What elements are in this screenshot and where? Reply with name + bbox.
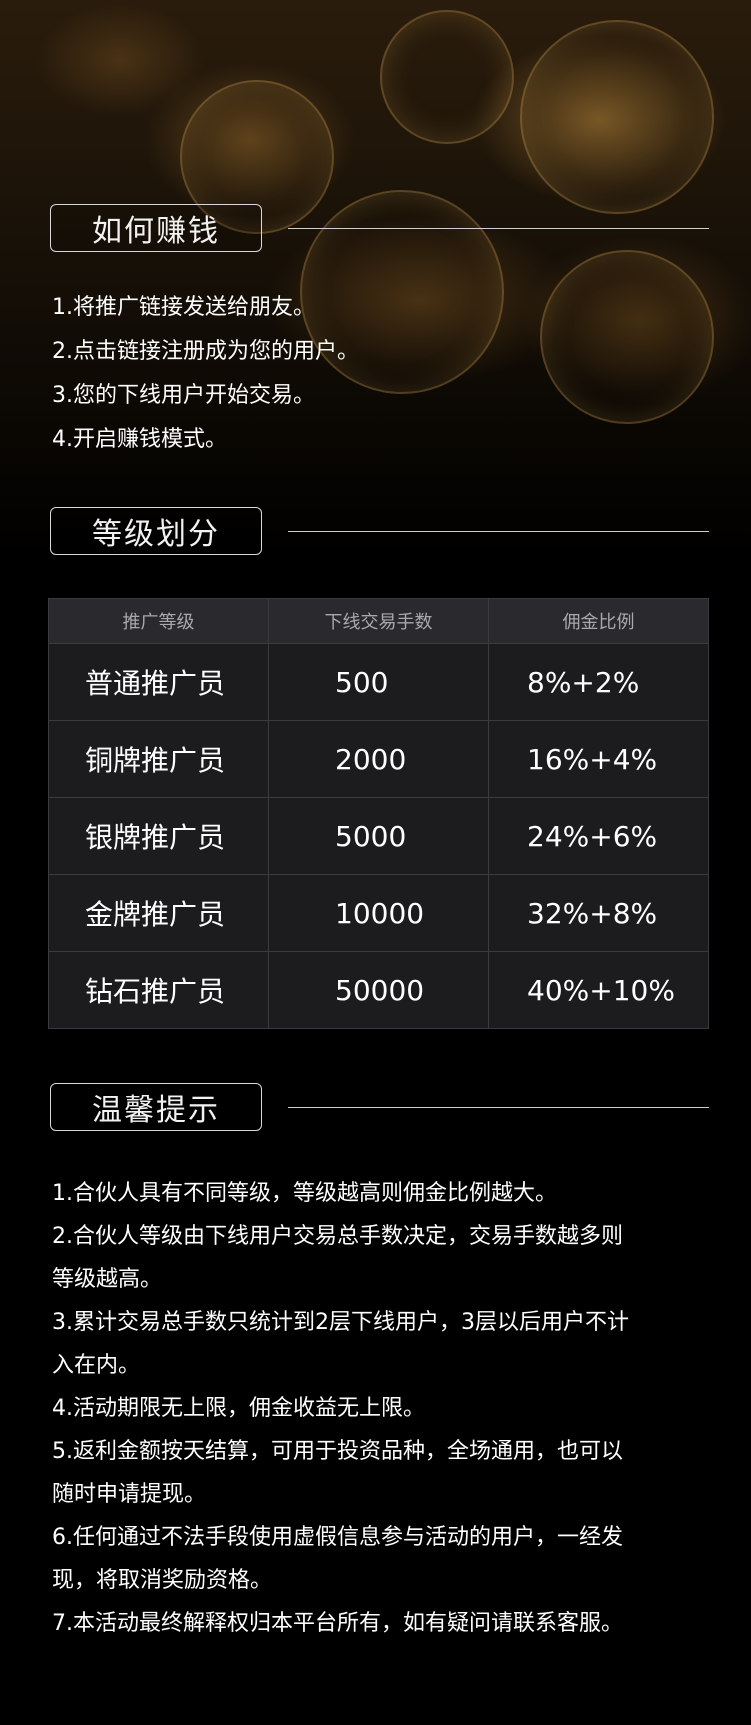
earn-steps-list: 1.将推广链接发送给朋友。 2.点击链接注册成为您的用户。 3.您的下线用户开始… [52,286,711,462]
table-row: 铜牌推广员 2000 16%+4% [48,720,709,798]
list-item: 随时申请提现。 [52,1482,207,1507]
list-item: 1.将推广链接发送给朋友。 [52,295,315,320]
list-item: 入在内。 [52,1353,141,1378]
table-cell-level: 铜牌推广员 [48,720,269,798]
table-cell-commission: 8%+2% [488,643,709,721]
tips-section-title: 温馨提示 [50,1083,262,1131]
tips-section-header: 温馨提示 [50,1082,709,1132]
table-cell-level: 银牌推广员 [48,797,269,875]
gold-coins-background [0,0,751,560]
grade-section-header: 等级划分 [50,506,709,556]
section-divider [288,530,709,532]
table-header-row: 推广等级 下线交易手数 佣金比例 [48,598,709,644]
grade-table: 推广等级 下线交易手数 佣金比例 普通推广员 500 8%+2% 铜牌推广员 2… [48,598,709,1029]
list-item: 4.活动期限无上限，佣金收益无上限。 [52,1396,425,1421]
table-cell-commission: 40%+10% [488,951,709,1029]
table-cell-lots: 500 [268,643,489,721]
list-item: 3.您的下线用户开始交易。 [52,383,315,408]
table-cell-level: 钻石推广员 [48,951,269,1029]
table-row: 金牌推广员 10000 32%+8% [48,874,709,952]
table-cell-level: 普通推广员 [48,643,269,721]
table-cell-commission: 32%+8% [488,874,709,952]
column-header-level: 推广等级 [48,598,269,644]
table-cell-lots: 50000 [268,951,489,1029]
table-cell-commission: 24%+6% [488,797,709,875]
table-row: 钻石推广员 50000 40%+10% [48,951,709,1029]
table-cell-lots: 5000 [268,797,489,875]
table-row: 普通推广员 500 8%+2% [48,643,709,721]
list-item: 2.合伙人等级由下线用户交易总手数决定，交易手数越多则 [52,1224,623,1249]
grade-section-title: 等级划分 [50,507,262,555]
list-item: 等级越高。 [52,1267,163,1292]
table-cell-commission: 16%+4% [488,720,709,798]
list-item: 现，将取消奖励资格。 [52,1568,273,1593]
column-header-lots: 下线交易手数 [268,598,489,644]
table-cell-lots: 10000 [268,874,489,952]
list-item: 3.累计交易总手数只统计到2层下线用户，3层以后用户不计 [52,1310,629,1335]
table-row: 银牌推广员 5000 24%+6% [48,797,709,875]
section-divider [288,1106,709,1108]
section-divider [288,227,709,229]
list-item: 6.任何通过不法手段使用虚假信息参与活动的用户，一经发 [52,1525,623,1550]
earn-section-header: 如何赚钱 [50,203,709,253]
column-header-commission: 佣金比例 [488,598,709,644]
list-item: 7.本活动最终解释权归本平台所有，如有疑问请联系客服。 [52,1611,623,1636]
table-cell-lots: 2000 [268,720,489,798]
list-item: 5.返利金额按天结算，可用于投资品种，全场通用，也可以 [52,1439,623,1464]
tips-list: 1.合伙人具有不同等级，等级越高则佣金比例越大。 2.合伙人等级由下线用户交易总… [52,1172,711,1645]
list-item: 2.点击链接注册成为您的用户。 [52,339,359,364]
list-item: 1.合伙人具有不同等级，等级越高则佣金比例越大。 [52,1181,557,1206]
table-cell-level: 金牌推广员 [48,874,269,952]
earn-section-title: 如何赚钱 [50,204,262,252]
list-item: 4.开启赚钱模式。 [52,427,227,452]
